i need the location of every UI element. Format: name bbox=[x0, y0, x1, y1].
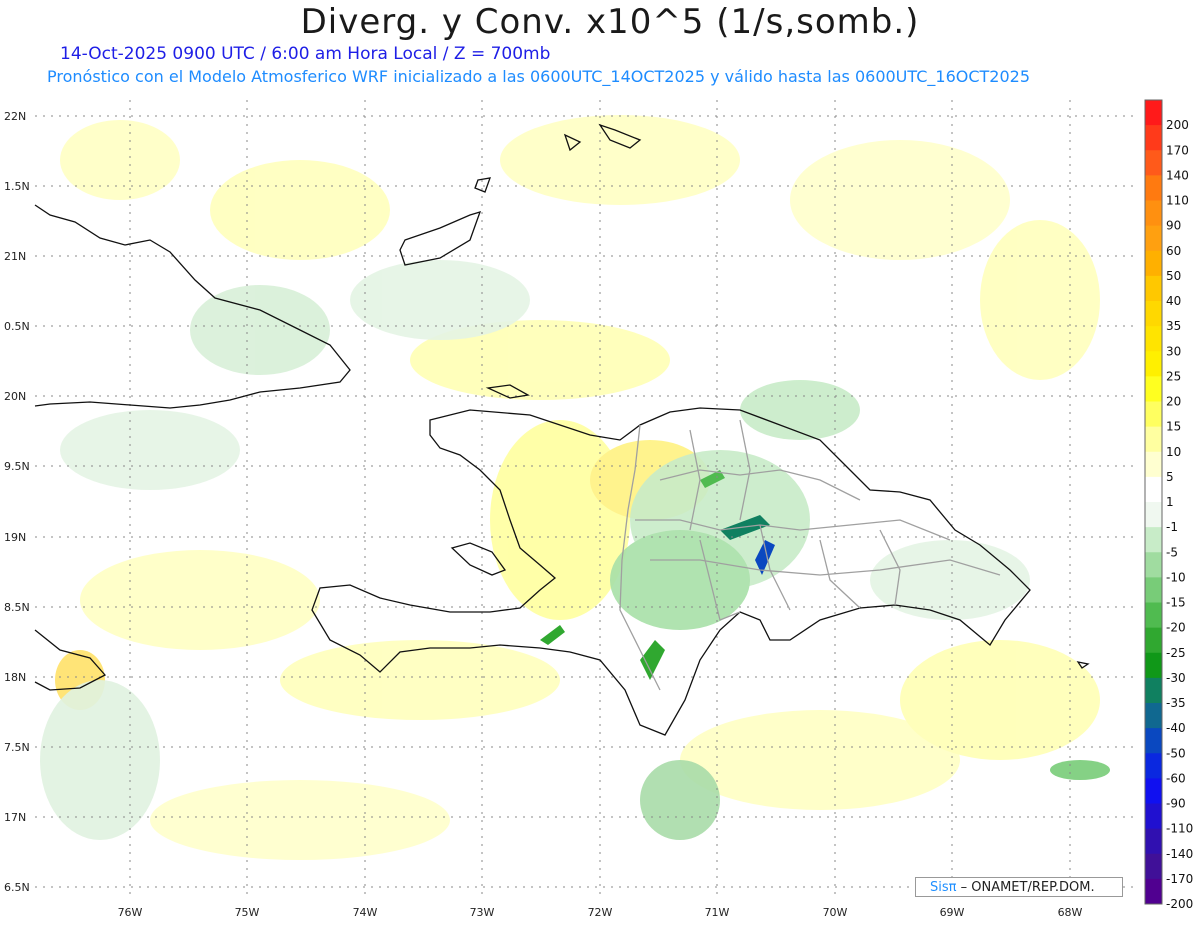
colorbar-level-label: 40 bbox=[1166, 294, 1181, 308]
colorbar-level-label: -200 bbox=[1166, 897, 1193, 911]
colorbar-swatch bbox=[1145, 853, 1162, 880]
colorbar-level-label: -170 bbox=[1166, 872, 1193, 886]
colorbar-swatch bbox=[1145, 677, 1162, 704]
colorbar-level-label: -40 bbox=[1166, 721, 1186, 735]
colorbar-level-label: 50 bbox=[1166, 269, 1181, 283]
lon-label: 74W bbox=[353, 906, 378, 919]
colorbar-swatch bbox=[1145, 401, 1162, 428]
colorbar-swatch bbox=[1145, 250, 1162, 277]
colorbar-level-label: 90 bbox=[1166, 219, 1181, 233]
colorbar-level-label: -25 bbox=[1166, 646, 1186, 660]
colorbar-level-label: 1 bbox=[1166, 495, 1174, 509]
colorbar-swatch bbox=[1145, 828, 1162, 855]
colorbar-level-label: 35 bbox=[1166, 319, 1181, 333]
colorbar-swatch bbox=[1145, 552, 1162, 578]
colorbar-level-label: 15 bbox=[1166, 420, 1181, 434]
lon-label: 69W bbox=[940, 906, 965, 919]
colorbar-swatch bbox=[1145, 476, 1162, 503]
colorbar: 200 170 140 110 90 60 50 40 35 30 25 20 15 10 5 1 -1 -5 -1… bbox=[1144, 99, 1193, 911]
lat-label: 21N bbox=[4, 250, 26, 263]
sispi-logo: Sisπ bbox=[930, 880, 957, 895]
colorbar-level-label: -35 bbox=[1166, 696, 1186, 710]
colorbar-level-label: -1 bbox=[1166, 520, 1178, 534]
colorbar-swatch bbox=[1145, 100, 1162, 126]
colorbar-level-label: -20 bbox=[1166, 621, 1186, 635]
colorbar-level-label: -140 bbox=[1166, 847, 1193, 861]
colorbar-swatch bbox=[1145, 627, 1162, 654]
credit-box: Sisπ – ONAMET/REP.DOM. bbox=[915, 877, 1123, 897]
colorbar-swatch bbox=[1145, 301, 1162, 327]
colorbar-swatch bbox=[1145, 878, 1162, 905]
colorbar-swatch bbox=[1145, 451, 1162, 478]
colorbar-swatch bbox=[1145, 426, 1162, 453]
colorbar-swatch bbox=[1145, 275, 1162, 302]
colorbar-level-label: 60 bbox=[1166, 244, 1181, 258]
colorbar-swatch bbox=[1145, 200, 1162, 227]
lat-label: 6.5N bbox=[4, 881, 30, 894]
colorbar-level-label: -15 bbox=[1166, 596, 1186, 610]
colorbar-level-label: 140 bbox=[1166, 168, 1189, 182]
colorbar-swatch bbox=[1145, 125, 1162, 151]
colorbar-level-label: -5 bbox=[1166, 545, 1178, 559]
lat-label: 22N bbox=[4, 110, 26, 123]
lon-label: 68W bbox=[1058, 906, 1083, 919]
lon-label: 76W bbox=[118, 906, 143, 919]
lon-label: 73W bbox=[470, 906, 495, 919]
colorbar-swatch bbox=[1145, 703, 1162, 729]
lat-label: 1.5N bbox=[4, 180, 30, 193]
colorbar-swatch bbox=[1145, 778, 1162, 804]
lat-label: 0.5N bbox=[4, 320, 30, 333]
latitude-labels: 22N 1.5N 21N 0.5N 20N 9.5N 19N 8.5N 18N … bbox=[4, 110, 30, 894]
lon-label: 70W bbox=[823, 906, 848, 919]
lat-label: 19N bbox=[4, 531, 26, 544]
colorbar-level-label: -50 bbox=[1166, 746, 1186, 760]
lat-label: 8.5N bbox=[4, 601, 30, 614]
lon-label: 71W bbox=[705, 906, 730, 919]
colorbar-swatch bbox=[1145, 652, 1162, 679]
colorbar-swatch bbox=[1145, 150, 1162, 176]
colorbar-level-label: 110 bbox=[1166, 194, 1189, 208]
colorbar-swatch bbox=[1145, 577, 1162, 603]
lat-label: 20N bbox=[4, 390, 26, 403]
colorbar-swatch bbox=[1145, 602, 1162, 629]
colorbar-swatch bbox=[1145, 225, 1162, 252]
colorbar-swatch bbox=[1145, 527, 1162, 553]
colorbar-swatch bbox=[1145, 351, 1162, 377]
colorbar-level-label: -10 bbox=[1166, 570, 1186, 584]
colorbar-swatch bbox=[1145, 753, 1162, 779]
lon-label: 72W bbox=[588, 906, 613, 919]
colorbar-swatch bbox=[1145, 803, 1162, 830]
colorbar-level-label: -90 bbox=[1166, 797, 1186, 811]
colorbar-level-label: 10 bbox=[1166, 445, 1181, 459]
colorbar-level-label: 30 bbox=[1166, 344, 1181, 358]
colorbar-level-label: 170 bbox=[1166, 143, 1189, 157]
colorbar-level-label: 5 bbox=[1166, 470, 1174, 484]
credit-text: – ONAMET/REP.DOM. bbox=[956, 880, 1095, 895]
colorbar-swatch bbox=[1145, 175, 1162, 201]
lat-label: 7.5N bbox=[4, 741, 30, 754]
divergence-map: 22N 1.5N 21N 0.5N 20N 9.5N 19N 8.5N 18N … bbox=[4, 99, 1193, 919]
lat-label: 9.5N bbox=[4, 460, 30, 473]
colorbar-swatch bbox=[1145, 502, 1162, 528]
colorbar-level-label: 25 bbox=[1166, 369, 1181, 383]
lat-label: 17N bbox=[4, 811, 26, 824]
lat-label: 18N bbox=[4, 671, 26, 684]
colorbar-swatch bbox=[1145, 728, 1162, 754]
colorbar-level-label: 200 bbox=[1166, 118, 1189, 132]
colorbar-level-label: -110 bbox=[1166, 822, 1193, 836]
lon-label: 75W bbox=[235, 906, 260, 919]
colorbar-level-label: 20 bbox=[1166, 395, 1181, 409]
colorbar-level-label: -60 bbox=[1166, 771, 1186, 785]
colorbar-level-label: -30 bbox=[1166, 671, 1186, 685]
colorbar-swatch bbox=[1145, 376, 1162, 402]
colorbar-swatch bbox=[1145, 326, 1162, 352]
longitude-labels: 76W 75W 74W 73W 72W 71W 70W 69W 68W bbox=[118, 906, 1083, 919]
